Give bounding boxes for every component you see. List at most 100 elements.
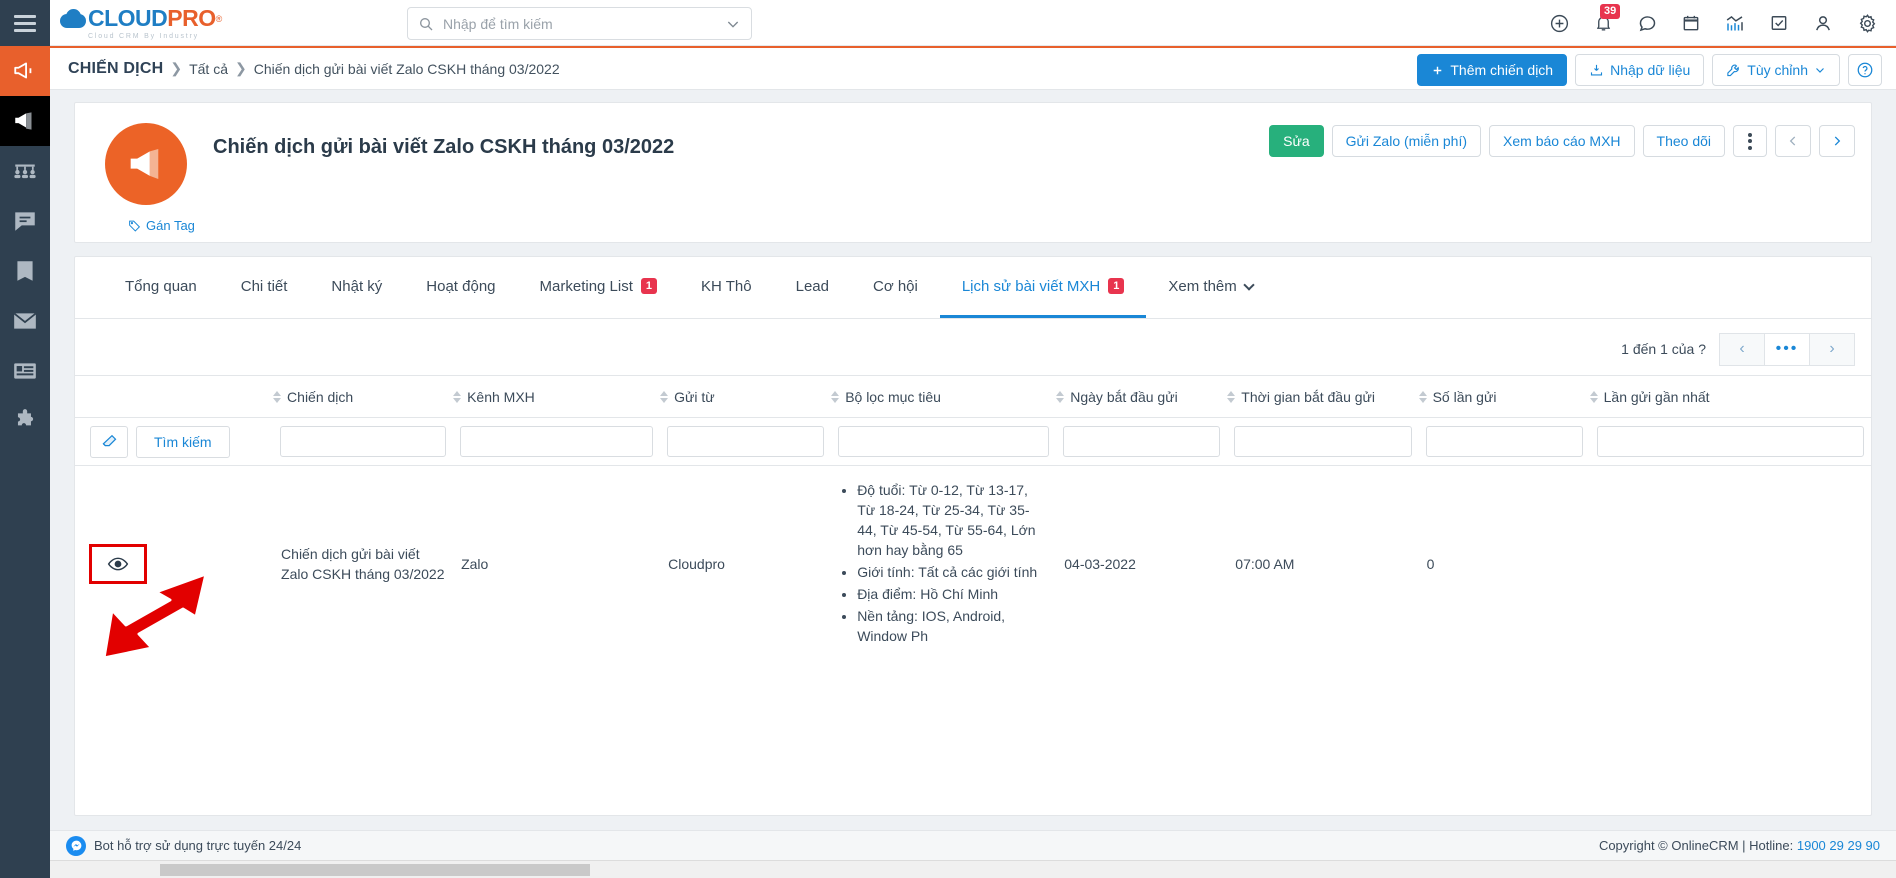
target-filter-list: Độ tuổi: Từ 0-12, Từ 13-17, Từ 18-24, Từ… bbox=[839, 480, 1048, 646]
tab-marketing-list[interactable]: Marketing List 1 bbox=[518, 257, 680, 318]
column-sent-from[interactable]: Gửi từ bbox=[660, 375, 832, 418]
group-people-icon bbox=[14, 164, 36, 179]
more-actions-button[interactable] bbox=[1733, 125, 1767, 157]
breadcrumb-level-2[interactable]: Chiến dịch gửi bài viết Zalo CSKH tháng … bbox=[254, 61, 560, 77]
breadcrumb-level-1[interactable]: Tất cả bbox=[189, 61, 228, 77]
campaign-title: Chiến dịch gửi bài viết Zalo CSKH tháng … bbox=[213, 136, 675, 158]
hotline-number[interactable]: 1900 29 29 90 bbox=[1797, 838, 1880, 853]
filter-input-sent-from[interactable] bbox=[667, 426, 825, 457]
global-search[interactable] bbox=[407, 7, 752, 40]
sidebar-item-addons[interactable] bbox=[0, 396, 50, 446]
sidebar-item-campaign-active[interactable] bbox=[0, 46, 50, 96]
clear-filters-button[interactable] bbox=[90, 425, 128, 458]
sort-icon[interactable] bbox=[660, 390, 669, 403]
previous-record-button[interactable] bbox=[1775, 125, 1811, 157]
column-start-time[interactable]: Thời gian bắt đầu gửi bbox=[1227, 375, 1419, 418]
eye-icon[interactable] bbox=[107, 553, 129, 575]
wrench-icon bbox=[1727, 64, 1740, 76]
column-label: Bộ lọc mục tiêu bbox=[845, 388, 941, 405]
filter-cell-sent-from bbox=[660, 417, 832, 466]
calendar-icon[interactable] bbox=[1680, 12, 1702, 34]
search-grid-button[interactable]: Tìm kiếm bbox=[136, 425, 230, 458]
column-last-sent[interactable]: Lần gửi gần nhất bbox=[1589, 375, 1871, 418]
column-channel[interactable]: Kênh MXH bbox=[453, 375, 661, 418]
filter-input-start-time[interactable] bbox=[1234, 426, 1412, 457]
filter-input-send-count[interactable] bbox=[1425, 426, 1583, 457]
puzzle-piece-icon bbox=[17, 409, 34, 426]
user-account-icon[interactable] bbox=[1812, 12, 1834, 34]
sort-icon[interactable] bbox=[1418, 390, 1427, 403]
send-zalo-button[interactable]: Gửi Zalo (miễn phí) bbox=[1331, 125, 1482, 157]
breadcrumb-root[interactable]: CHIẾN DỊCH bbox=[68, 60, 163, 78]
filter-input-last-sent[interactable] bbox=[1596, 426, 1864, 457]
sort-icon[interactable] bbox=[273, 390, 282, 403]
follow-button[interactable]: Theo dõi bbox=[1642, 125, 1725, 157]
sidebar-item-customers[interactable] bbox=[0, 146, 50, 196]
tab-chi-tiet[interactable]: Chi tiết bbox=[219, 257, 310, 318]
sort-icon[interactable] bbox=[453, 390, 462, 403]
edit-button[interactable]: Sửa bbox=[1269, 125, 1324, 157]
sort-icon[interactable] bbox=[1227, 390, 1236, 403]
horizontal-scrollbar[interactable] bbox=[0, 860, 1896, 878]
horizontal-scrollbar-thumb[interactable] bbox=[160, 864, 590, 876]
search-box[interactable] bbox=[407, 7, 752, 40]
pagination-next-button[interactable]: › bbox=[1809, 332, 1855, 366]
chat-bubble-icon[interactable] bbox=[1636, 12, 1658, 34]
support-bot-label: Bot hỗ trợ sử dụng trực tuyến 24/24 bbox=[94, 838, 302, 853]
help-button[interactable] bbox=[1848, 54, 1882, 86]
next-record-button[interactable] bbox=[1819, 125, 1855, 157]
import-data-button[interactable]: Nhập dữ liệu bbox=[1575, 54, 1705, 86]
bell-icon[interactable]: 39 bbox=[1592, 4, 1621, 34]
menu-toggle-button[interactable] bbox=[0, 0, 50, 46]
column-label: Ngày bắt đầu gửi bbox=[1070, 388, 1178, 405]
sort-icon[interactable] bbox=[1589, 390, 1598, 403]
sort-icon[interactable] bbox=[1056, 390, 1065, 403]
tab-xem-them[interactable]: Xem thêm bbox=[1146, 257, 1274, 318]
column-target-filter[interactable]: Bộ lọc mục tiêu bbox=[831, 375, 1057, 418]
filter-input-target-filter[interactable] bbox=[838, 426, 1050, 457]
tab-label: Chi tiết bbox=[240, 277, 288, 295]
assign-tag-link[interactable]: Gán Tag bbox=[128, 218, 195, 233]
sidebar-item-chat[interactable] bbox=[0, 196, 50, 246]
sort-icon[interactable] bbox=[831, 390, 840, 403]
app-logo[interactable]: CLOUD PRO ® Cloud CRM By Industry bbox=[60, 5, 222, 40]
tab-nhat-ky[interactable]: Nhật ký bbox=[309, 257, 404, 318]
cell-target-filter: Độ tuổi: Từ 0-12, Từ 13-17, Từ 18-24, Từ… bbox=[831, 466, 1056, 663]
pagination-prev-button[interactable]: ‹ bbox=[1719, 332, 1765, 366]
column-start-date[interactable]: Ngày bắt đầu gửi bbox=[1056, 375, 1228, 418]
tab-hoat-dong[interactable]: Hoạt động bbox=[404, 257, 517, 318]
cell-send-count: 0 bbox=[1426, 556, 1435, 572]
filter-input-channel[interactable] bbox=[460, 426, 654, 457]
envelope-icon bbox=[13, 312, 37, 329]
filter-input-campaign[interactable] bbox=[280, 426, 447, 457]
settings-gear-icon[interactable] bbox=[1856, 12, 1878, 34]
analytics-chart-icon[interactable] bbox=[1724, 12, 1746, 34]
tab-tong-quan[interactable]: Tổng quan bbox=[103, 257, 219, 318]
support-bot-launcher[interactable]: Bot hỗ trợ sử dụng trực tuyến 24/24 bbox=[66, 835, 302, 856]
cloud-shape-icon bbox=[60, 8, 86, 29]
sidebar-item-news[interactable] bbox=[0, 346, 50, 396]
page-content: Chiến dịch gửi bài viết Zalo CSKH tháng … bbox=[50, 90, 1896, 838]
chevron-down-icon[interactable] bbox=[725, 16, 741, 32]
search-input[interactable] bbox=[443, 15, 725, 32]
add-campaign-button[interactable]: Thêm chiến dịch bbox=[1417, 54, 1568, 86]
tab-kh-tho[interactable]: KH Thô bbox=[679, 257, 774, 318]
hamburger-menu-icon[interactable] bbox=[14, 14, 36, 32]
tab-lead[interactable]: Lead bbox=[774, 257, 851, 318]
table-header: Chiến dịch Kênh MXH Gửi từ Bộ lọc mục ti… bbox=[75, 375, 1871, 418]
filter-input-start-date[interactable] bbox=[1063, 426, 1221, 457]
column-campaign[interactable]: Chiến dịch bbox=[273, 375, 454, 418]
tab-lich-su-bai-viet-mxh[interactable]: Lịch sử bài viết MXH 1 bbox=[939, 257, 1147, 318]
add-circle-icon[interactable] bbox=[1548, 12, 1570, 34]
tab-co-hoi[interactable]: Cơ hội bbox=[851, 257, 940, 318]
pagination-pages-button[interactable]: ••• bbox=[1764, 332, 1810, 366]
target-filter-item: Giới tính: Tất cả các giới tính bbox=[857, 562, 1048, 582]
column-send-count[interactable]: Số lần gửi bbox=[1418, 375, 1590, 418]
customize-button[interactable]: Tùy chỉnh bbox=[1712, 54, 1840, 86]
sidebar-item-mail[interactable] bbox=[0, 296, 50, 346]
task-checkbox-icon[interactable] bbox=[1768, 12, 1790, 34]
sidebar-item-campaign[interactable] bbox=[0, 96, 50, 146]
view-social-report-button[interactable]: Xem báo cáo MXH bbox=[1489, 125, 1635, 157]
plus-icon bbox=[1434, 66, 1442, 74]
sidebar-item-library[interactable] bbox=[0, 246, 50, 296]
